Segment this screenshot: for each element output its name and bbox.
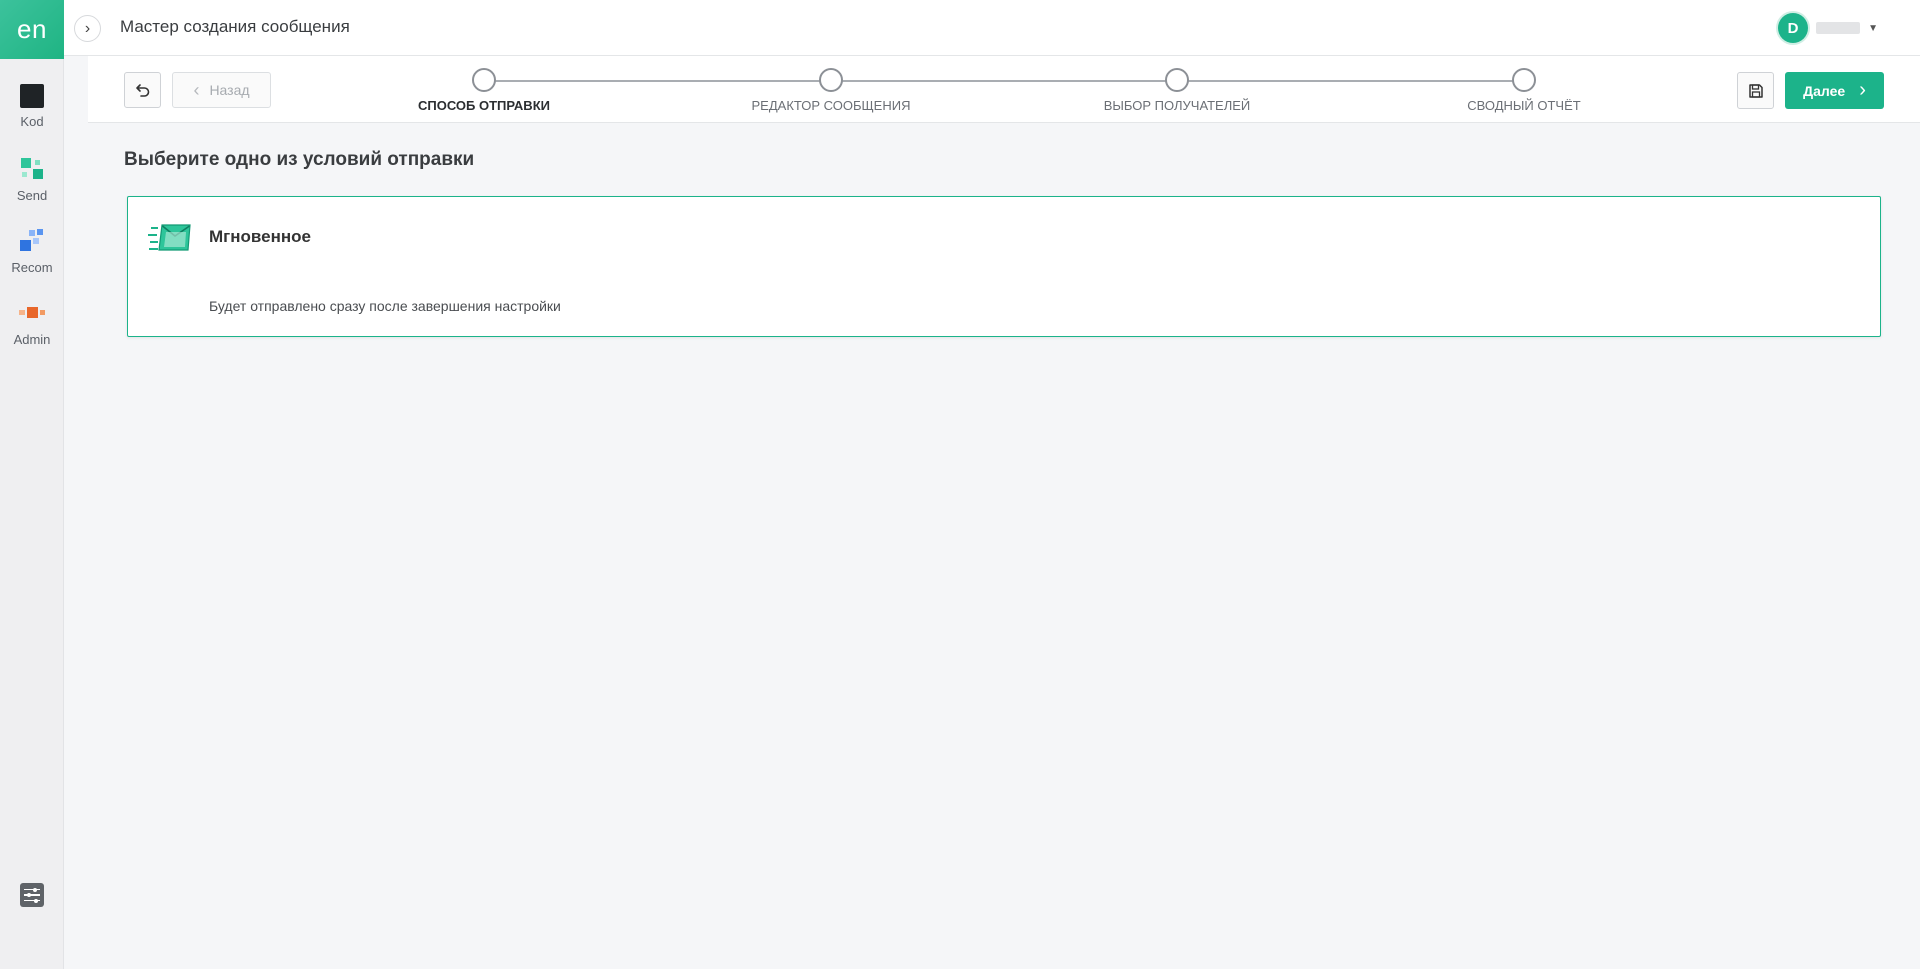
wizard-toolbar: ‹ Назад СПОСОБ ОТПРАВКИ РЕДАКТОР СООБЩЕН… [88, 56, 1920, 123]
step-label: СПОСОБ ОТПРАВКИ [418, 98, 550, 113]
step-recipients[interactable]: ВЫБОР ПОЛУЧАТЕЛЕЙ [1057, 68, 1297, 113]
page-title: Мастер создания сообщения [120, 17, 350, 36]
back-button[interactable]: ‹ Назад [172, 72, 271, 108]
step-dot [819, 68, 843, 92]
save-icon [1748, 83, 1763, 98]
step-label: ВЫБОР ПОЛУЧАТЕЛЕЙ [1103, 98, 1251, 113]
rail-item-admin[interactable]: Admin [0, 300, 64, 362]
save-button[interactable] [1737, 72, 1774, 109]
admin-icon [19, 300, 45, 326]
rail-item-send[interactable]: Send [0, 156, 64, 218]
rail-item-label: Kod [20, 114, 44, 129]
left-rail: en Kod Send Recom Admin [0, 0, 64, 969]
caret-down-icon: ▼ [1868, 22, 1878, 34]
kod-icon [20, 84, 44, 108]
settings-sliders-icon[interactable] [20, 883, 44, 907]
top-header: Мастер создания сообщения D ▼ [64, 0, 1920, 56]
next-button-label: Далее [1803, 82, 1846, 99]
rail-item-kod[interactable]: Kod [0, 84, 64, 146]
sidebar-expand-button[interactable]: › [74, 15, 101, 42]
step-label: СВОДНЫЙ ОТЧЁТ [1467, 98, 1581, 113]
step-dot [1165, 68, 1189, 92]
chevron-right-icon: › [1859, 79, 1866, 101]
undo-icon [135, 84, 149, 97]
rail-item-label: Admin [13, 332, 51, 347]
rail-item-label: Recom [11, 260, 53, 275]
option-card-instant[interactable]: Мгновенное Будет отправлено сразу после … [127, 196, 1881, 337]
send-icon [19, 156, 45, 182]
avatar: D [1778, 13, 1809, 43]
option-description: Будет отправлено сразу после завершения … [209, 298, 561, 314]
step-summary[interactable]: СВОДНЫЙ ОТЧЁТ [1404, 68, 1644, 113]
brand-logo[interactable]: en [0, 0, 64, 59]
rail-item-label: Send [16, 188, 48, 203]
user-name-redacted [1816, 22, 1861, 34]
chevron-right-icon: › [84, 19, 91, 37]
step-dot [472, 68, 496, 92]
recom-icon [19, 228, 45, 254]
stepper-track [484, 80, 1524, 82]
step-label: РЕДАКТОР СООБЩЕНИЯ [751, 98, 911, 113]
chevron-left-icon: ‹ [193, 79, 200, 100]
undo-button[interactable] [124, 72, 161, 108]
rail-item-recom[interactable]: Recom [0, 228, 64, 290]
step-dot [1512, 68, 1536, 92]
user-menu[interactable]: D ▼ [1778, 13, 1878, 43]
back-button-label: Назад [209, 82, 250, 98]
option-title: Мгновенное [209, 227, 311, 246]
step-send-method[interactable]: СПОСОБ ОТПРАВКИ [364, 68, 604, 113]
next-button[interactable]: Далее › [1785, 72, 1884, 109]
section-title: Выберите одно из условий отправки [124, 149, 475, 170]
instant-mail-icon [148, 224, 191, 251]
step-message-editor[interactable]: РЕДАКТОР СООБЩЕНИЯ [711, 68, 951, 113]
